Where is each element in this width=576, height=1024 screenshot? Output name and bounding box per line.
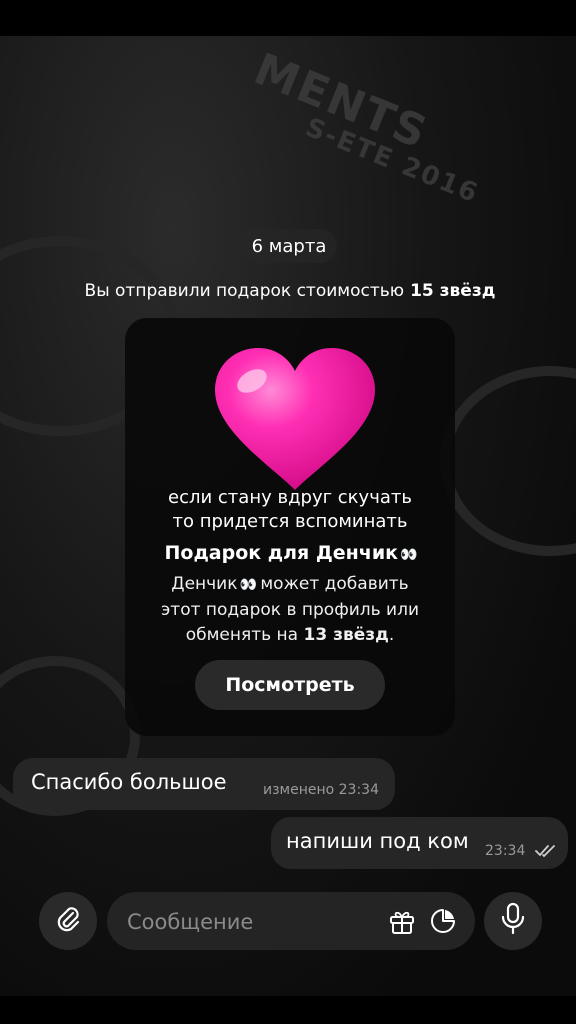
service-message-text: Вы отправили подарок стоимостью bbox=[84, 281, 405, 301]
message-meta: изменено 23:34 bbox=[263, 782, 379, 798]
gift-desc-amount: 13 звёзд bbox=[303, 625, 389, 645]
gift-desc-text: обменять на bbox=[185, 625, 299, 645]
microphone-button[interactable] bbox=[484, 892, 542, 950]
message-text: Спасибо большое bbox=[31, 770, 227, 794]
message-input[interactable] bbox=[125, 906, 379, 938]
date-separator: 6 марта bbox=[241, 229, 337, 263]
service-message-amount: 15 звёзд bbox=[410, 281, 496, 301]
overlay-caption-line: если стану вдруг скучать bbox=[168, 487, 412, 508]
message-text: напиши под ком bbox=[286, 829, 469, 853]
gift-desc-line: обменять на 13 звёзд. bbox=[130, 623, 450, 648]
overlay-caption: если стану вдруг скучать то придется всп… bbox=[150, 486, 430, 534]
attach-button[interactable] bbox=[39, 892, 97, 950]
message-input-container[interactable] bbox=[107, 892, 475, 950]
paperclip-icon bbox=[53, 904, 83, 938]
gift-title: Подарок для Денчик 👀 bbox=[130, 542, 450, 564]
gift-desc-line: Денчик 👀 может добавить bbox=[130, 572, 450, 598]
overlay-caption-line: то придется вспоминать bbox=[172, 511, 408, 532]
gift-icon[interactable] bbox=[387, 906, 417, 936]
sticker-icon[interactable] bbox=[429, 907, 457, 935]
gift-desc-text: может добавить bbox=[260, 574, 409, 594]
gift-desc-punct: . bbox=[388, 625, 395, 645]
incoming-message[interactable]: Спасибо большое изменено 23:34 bbox=[13, 758, 395, 810]
message-time: 23:34 bbox=[485, 843, 526, 859]
wallpaper-swirl bbox=[440, 366, 576, 556]
microphone-icon bbox=[499, 902, 527, 940]
read-checkmarks-icon bbox=[535, 843, 557, 862]
gift-title-text: Подарок для Денчик bbox=[164, 542, 399, 564]
pink-heart-icon bbox=[210, 345, 380, 495]
gift-desc-line: этот подарок в профиль или bbox=[160, 600, 420, 620]
gift-desc-name: Денчик bbox=[171, 574, 238, 594]
eyes-icon: 👀 bbox=[400, 547, 417, 563]
service-message: Вы отправили подарок стоимостью 15 звёзд bbox=[60, 274, 520, 308]
view-gift-button[interactable]: Посмотреть bbox=[195, 660, 385, 710]
eyes-icon: 👀 bbox=[239, 577, 257, 593]
outgoing-message[interactable]: напиши под ком 23:34 bbox=[271, 817, 568, 869]
gift-description: Денчик 👀 может добавить этот подарок в пр… bbox=[130, 572, 450, 648]
